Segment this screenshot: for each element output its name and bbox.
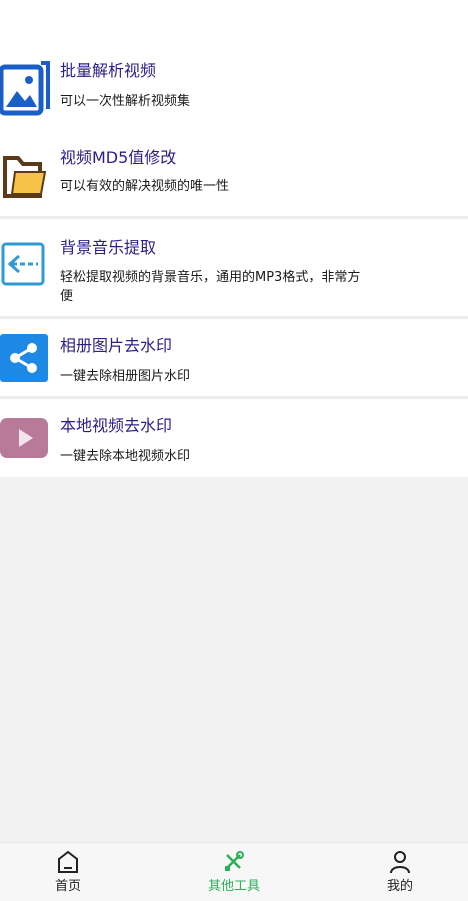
tool-description: 一键去除相册图片水印: [60, 369, 191, 384]
user-icon: [390, 851, 410, 874]
folder-icon: [3, 156, 47, 198]
tab-label: 其他工具: [207, 879, 260, 894]
tool-list: 批量解析视频 可以一次性解析视频集 视频MD5值修改 可以有效的解决视频的唯一性…: [0, 0, 468, 477]
play-icon: [0, 418, 48, 458]
tool-item-music-extract[interactable]: 背景音乐提取 轻松提取视频的背景音乐，通用的MP3格式，非常方便: [0, 226, 468, 312]
tool-title: 视频MD5值修改: [60, 148, 177, 167]
tool-description: 一键去除本地视频水印: [60, 449, 191, 464]
tool-title: 背景音乐提取: [60, 238, 157, 257]
divider: [0, 216, 468, 219]
tool-title: 本地视频去水印: [60, 416, 173, 435]
home-icon: [58, 850, 78, 873]
tool-description: 可以有效的解决视频的唯一性: [60, 179, 230, 194]
tab-home[interactable]: 首页: [8, 843, 128, 901]
divider: [0, 316, 468, 319]
tool-item-video-watermark[interactable]: 本地视频去水印 一键去除本地视频水印: [0, 406, 468, 472]
tab-label: 首页: [54, 879, 81, 894]
tab-mine[interactable]: 我的: [340, 843, 460, 901]
tool-description: 可以一次性解析视频集: [60, 94, 191, 109]
tool-description: 轻松提取视频的背景音乐，通用的MP3格式，非常方便: [60, 270, 361, 304]
tool-title: 批量解析视频: [60, 61, 157, 80]
tool-item-batch-parse[interactable]: 批量解析视频 可以一次性解析视频集: [0, 55, 468, 121]
import-arrow-icon: [1, 242, 45, 286]
tool-title: 相册图片去水印: [60, 336, 173, 355]
tool-item-album-watermark[interactable]: 相册图片去水印 一键去除相册图片水印: [0, 326, 468, 392]
tool-item-md5-modify[interactable]: 视频MD5值修改 可以有效的解决视频的唯一性: [0, 140, 468, 206]
share-icon: [0, 334, 48, 382]
tab-label: 我的: [386, 879, 413, 894]
bottom-tab-bar: 首页 其他工具 我的: [0, 842, 468, 901]
divider: [0, 396, 468, 399]
tools-icon: [225, 851, 244, 871]
image-gallery-icon: [0, 61, 50, 116]
tab-other-tools[interactable]: 其他工具: [174, 843, 294, 901]
